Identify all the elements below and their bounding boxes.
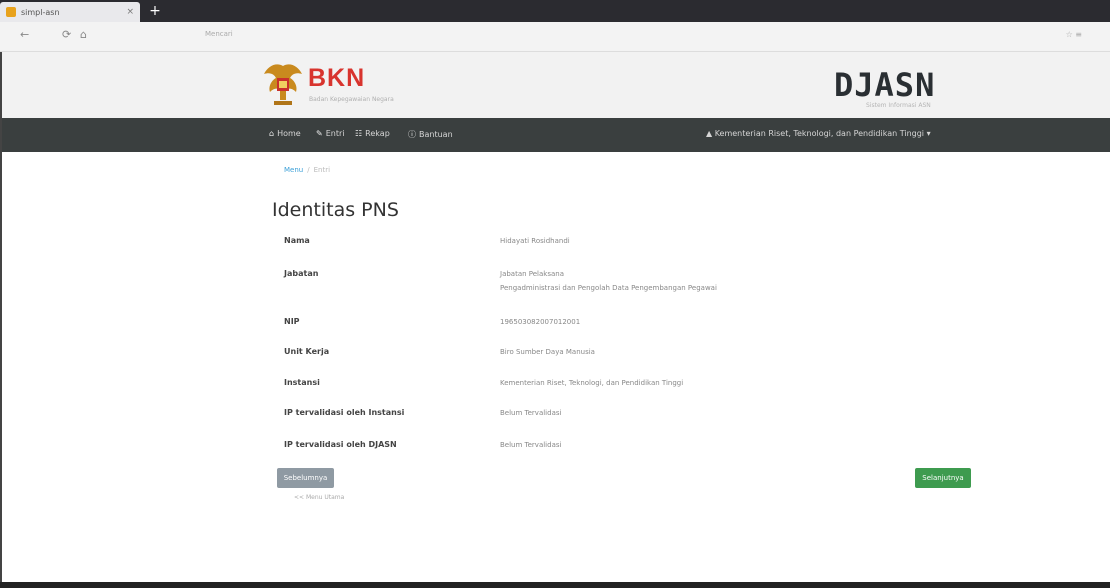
field-label-instansi: Instansi — [284, 378, 320, 387]
frame-bottom-border — [0, 582, 1110, 588]
back-to-menu-link[interactable]: << Menu Utama — [294, 494, 344, 501]
nav-bantuan[interactable]: ⓘ Bantuan — [408, 129, 453, 140]
browser-toolbar: ← ⟳ ⌂ Mencari ☆ ≡ — [0, 22, 1110, 52]
next-button[interactable]: Selanjutnya — [915, 468, 971, 488]
breadcrumb: Menu / Entri — [284, 166, 330, 174]
frame-left-border — [0, 52, 2, 588]
close-icon[interactable]: × — [126, 7, 134, 17]
bkn-logo-text: BKN — [308, 64, 366, 92]
nav-home-label: Home — [277, 129, 301, 138]
bkn-subtitle: Badan Kepegawaian Negara — [309, 96, 394, 103]
nav-rekap-label: Rekap — [365, 129, 390, 138]
field-label-nama: Nama — [284, 236, 310, 245]
previous-button[interactable]: Sebelumnya — [277, 468, 334, 488]
field-value-unit-kerja: Biro Sumber Daya Manusia — [500, 348, 595, 356]
app-subtitle: Sistem Informasi ASN — [866, 102, 931, 109]
site-header: BKN Badan Kepegawaian Negara DJASN Siste… — [0, 52, 1110, 118]
field-value-instansi: Kementerian Riset, Teknologi, dan Pendid… — [500, 379, 684, 387]
browser-tab-bar: simpl-asn × + — [0, 0, 1110, 22]
breadcrumb-separator: / — [307, 166, 310, 174]
browser-tab[interactable]: simpl-asn × — [0, 2, 140, 22]
home-icon: ⌂ — [269, 129, 275, 138]
app-title: DJASN — [834, 66, 936, 104]
favicon-icon — [6, 7, 16, 17]
home-icon[interactable]: ⌂ — [80, 28, 87, 41]
browser-menu-icon[interactable]: ☆ ≡ — [1066, 30, 1082, 39]
tab-title: simpl-asn — [21, 7, 60, 17]
nav-entri-label: Entri — [325, 129, 345, 138]
nav-home[interactable]: ⌂ Home — [269, 129, 301, 138]
nav-entri[interactable]: ✎ Entri — [316, 129, 344, 138]
field-label-jabatan: Jabatan — [284, 269, 319, 278]
field-value-nama: Hidayati Rosidhandi — [500, 237, 570, 245]
user-instansi-dropdown[interactable]: ▲ Kementerian Riset, Teknologi, dan Pend… — [706, 129, 931, 138]
address-bar[interactable]: Mencari — [205, 30, 1065, 44]
info-icon: ⓘ — [408, 130, 416, 139]
reload-icon[interactable]: ⟳ — [62, 28, 71, 41]
main-nav: ⌂ Home ✎ Entri ☷ Rekap ⓘ Bantuan ▲ Kemen… — [0, 118, 1110, 152]
nav-bantuan-label: Bantuan — [419, 130, 453, 139]
garuda-logo-icon — [264, 64, 302, 105]
field-label-ip-djasn: IP tervalidasi oleh DJASN — [284, 440, 397, 449]
breadcrumb-current: Entri — [313, 166, 331, 174]
field-value-nip: 196503082007012001 — [500, 318, 581, 326]
field-label-unit-kerja: Unit Kerja — [284, 347, 330, 356]
field-value-ip-djasn: Belum Tervalidasi — [500, 441, 562, 449]
group-icon: ☷ — [355, 129, 363, 138]
breadcrumb-menu-link[interactable]: Menu — [284, 166, 303, 174]
field-value-jabatan: Jabatan Pelaksana — [500, 270, 565, 278]
field-value-jabatan-detail: Pengadministrasi dan Pengolah Data Penge… — [500, 284, 717, 292]
back-icon[interactable]: ← — [20, 28, 29, 41]
page-title: Identitas PNS — [272, 199, 399, 221]
field-value-ip-instansi: Belum Tervalidasi — [500, 409, 562, 417]
nav-rekap[interactable]: ☷ Rekap — [355, 129, 390, 138]
pencil-icon: ✎ — [316, 129, 323, 138]
field-label-nip: NIP — [284, 317, 300, 326]
new-tab-icon[interactable]: + — [147, 2, 163, 20]
field-label-ip-instansi: IP tervalidasi oleh Instansi — [284, 408, 405, 417]
